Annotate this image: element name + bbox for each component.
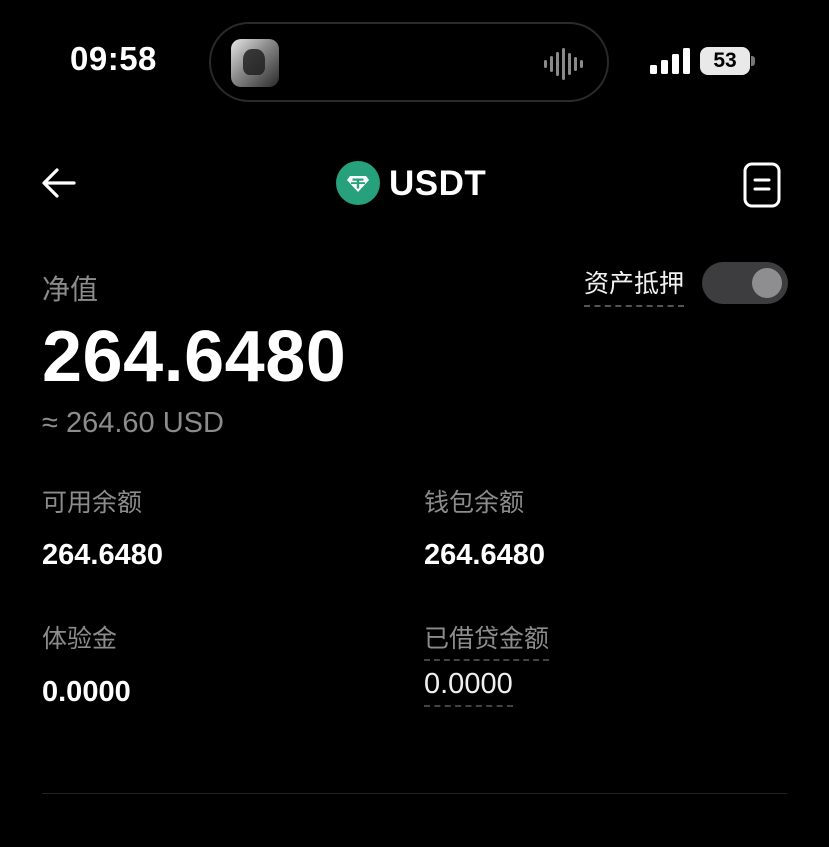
available-balance-value: 264.6480	[42, 539, 163, 571]
trial-fund-label: 体验金	[42, 625, 118, 653]
collateral-label[interactable]: 资产抵押	[584, 264, 685, 307]
wallet-balance-label: 钱包余额	[424, 489, 525, 517]
collateral-toggle[interactable]	[702, 262, 788, 304]
now-playing-thumbnail[interactable]	[231, 39, 279, 87]
tether-icon	[336, 161, 380, 205]
available-balance-label: 可用余额	[42, 489, 143, 517]
borrowed-amount-value[interactable]: 0.0000	[424, 668, 513, 707]
status-time: 09:58	[70, 40, 157, 77]
section-divider	[42, 793, 787, 794]
dynamic-island[interactable]	[209, 22, 609, 102]
net-value-amount: 264.6480	[42, 317, 347, 397]
net-value-label: 净值	[42, 274, 99, 305]
trial-fund-value: 0.0000	[42, 676, 131, 708]
borrowed-amount-label[interactable]: 已借贷金额	[424, 619, 550, 661]
arrow-left-icon[interactable]	[40, 164, 78, 202]
page-title: USDT	[389, 164, 487, 203]
document-icon[interactable]	[742, 161, 782, 209]
battery-tip	[751, 56, 755, 66]
cellular-signal-icon	[650, 48, 690, 74]
approx-usd-value: ≈ 264.60 USD	[42, 407, 224, 439]
toggle-knob	[752, 268, 782, 298]
audio-wave-icon	[544, 48, 583, 80]
battery-indicator: 53	[700, 47, 750, 75]
wallet-balance-value: 264.6480	[424, 539, 545, 571]
